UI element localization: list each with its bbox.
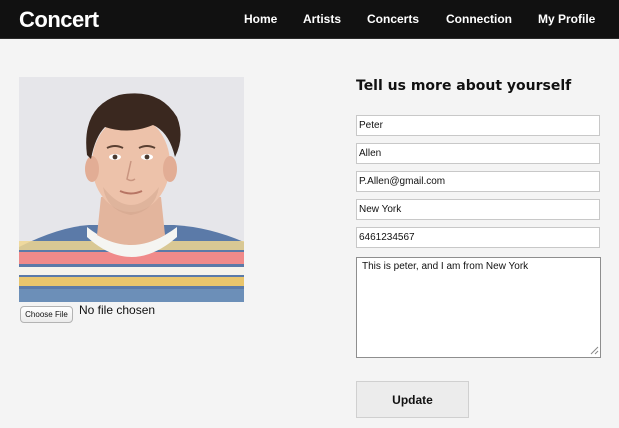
about-textarea[interactable]: This is peter, and I am from New York	[356, 257, 601, 358]
first-name-field[interactable]	[356, 115, 600, 136]
nav-artists[interactable]: Artists	[303, 12, 341, 26]
top-navbar: Concert Home Artists Concerts Connection…	[0, 0, 619, 39]
phone-field[interactable]	[356, 227, 600, 248]
file-status-text: No file chosen	[79, 303, 156, 317]
email-field[interactable]	[356, 171, 600, 192]
update-button[interactable]: Update	[356, 381, 469, 418]
nav-concerts[interactable]: Concerts	[367, 12, 419, 26]
brand-logo[interactable]: Concert	[19, 7, 99, 33]
choose-file-button[interactable]: Choose File	[20, 306, 73, 323]
city-field[interactable]	[356, 199, 600, 220]
profile-photo	[19, 77, 244, 302]
nav-home[interactable]: Home	[244, 12, 277, 26]
form-title: Tell us more about yourself	[356, 78, 572, 94]
resize-grip-icon[interactable]	[590, 346, 599, 355]
last-name-field[interactable]	[356, 143, 600, 164]
nav-my-profile[interactable]: My Profile	[538, 12, 595, 26]
nav-connection[interactable]: Connection	[446, 12, 512, 26]
